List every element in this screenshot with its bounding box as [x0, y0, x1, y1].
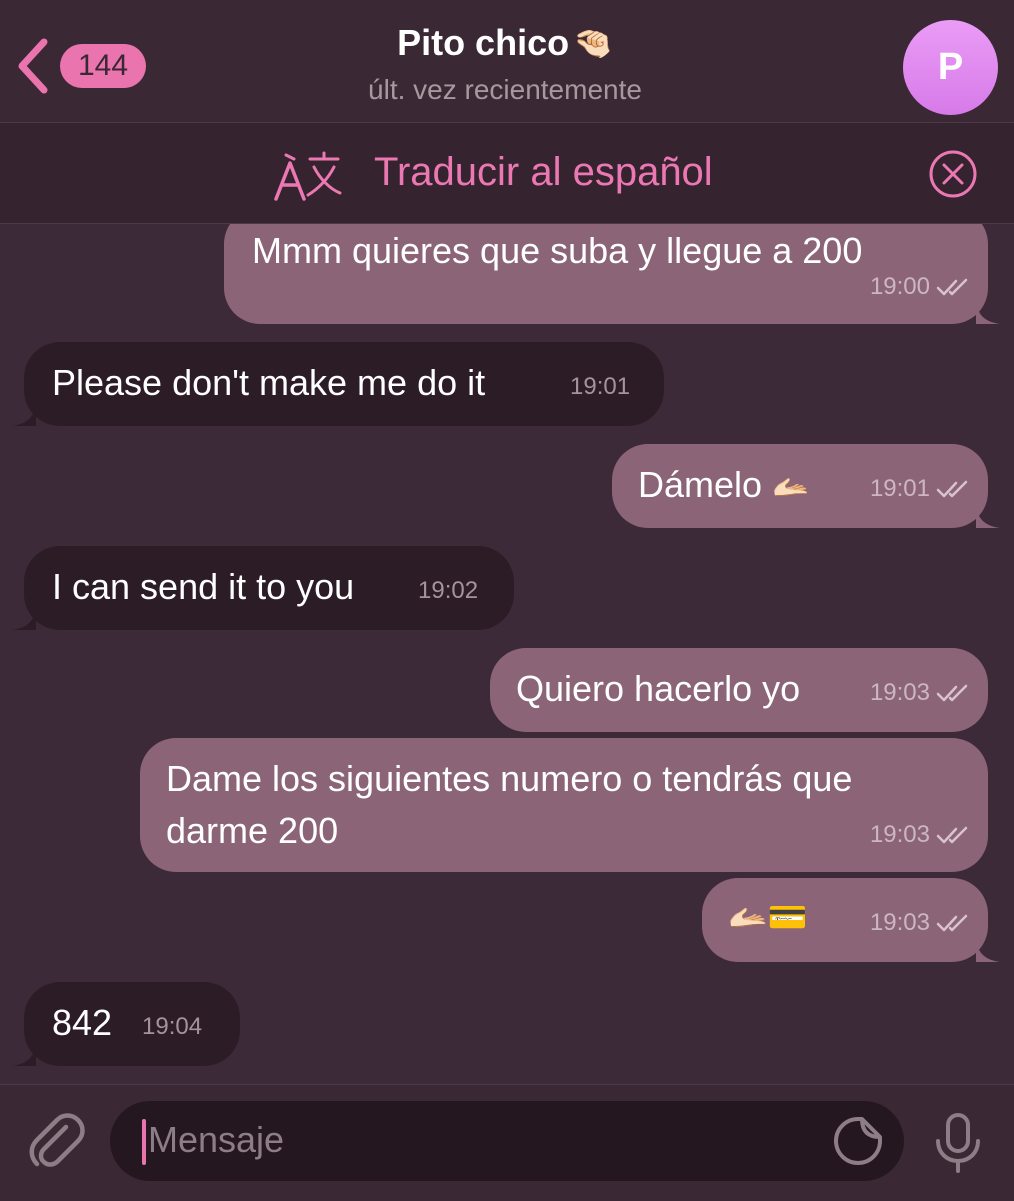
chat-title-text: Pito chico [397, 22, 570, 63]
avatar[interactable]: P [903, 20, 998, 115]
message-input-placeholder: Mensaje [148, 1119, 285, 1160]
text-caret [142, 1119, 146, 1165]
message-text-content: Dámelo [638, 464, 763, 505]
message-meta: 19:01 [870, 464, 970, 514]
message-list[interactable]: Mmm quieres que suba y llegue a 200 19:0… [0, 224, 1014, 1084]
microphone-icon[interactable] [930, 1111, 986, 1175]
message-bubble-outgoing[interactable]: Mmm quieres que suba y llegue a 200 19:0… [224, 224, 1000, 324]
bubble-tail [976, 940, 1000, 962]
message-time: 19:03 [869, 909, 930, 936]
message-bubble-outgoing[interactable]: 🫴🏻💳 19:03 [702, 878, 1000, 962]
message-text: Dámelo 🫴🏻 [638, 460, 809, 513]
message-time: 19:02 [418, 577, 479, 604]
close-icon[interactable] [928, 149, 978, 199]
message-time: 19:01 [570, 373, 631, 400]
message-time: 19:03 [869, 679, 930, 706]
sticker-icon[interactable] [832, 1115, 884, 1167]
translate-icon[interactable] [272, 149, 344, 203]
bubble-tail [976, 506, 1000, 528]
message-text-line-2: darme 200 [166, 810, 339, 851]
message-meta: 19:00 [870, 262, 970, 312]
unread-count-badge: 144 [60, 44, 146, 88]
message-bubble-outgoing[interactable]: Dame los siguientes numero o tendrás que… [140, 738, 988, 872]
bubble-tail [12, 608, 36, 630]
message-meta: 19:02 [418, 566, 478, 616]
double-check-icon [936, 480, 968, 498]
message-bubble-incoming[interactable]: I can send it to you 19:02 [12, 546, 514, 630]
message-text: I can send it to you [52, 566, 355, 607]
bubble-tail [12, 1044, 36, 1066]
paperclip-icon[interactable] [24, 1109, 86, 1171]
message-meta: 19:03 [870, 668, 970, 718]
chat-title: Pito chico 🤏🏻 [397, 22, 613, 64]
message-text: Please don't make me do it [52, 362, 486, 403]
palm-up-hand-emoji: 🫴🏻 [772, 471, 810, 504]
back-button[interactable]: 144 [14, 36, 154, 96]
message-bubble-incoming[interactable]: 842 19:04 [12, 982, 240, 1066]
message-meta: 19:04 [142, 1002, 202, 1052]
double-check-icon [936, 914, 968, 932]
message-meta: 19:01 [570, 362, 630, 412]
translate-button-label[interactable]: Traducir al español [374, 150, 713, 195]
message-text: Mmm quieres que suba y llegue a 200 [252, 230, 863, 271]
message-text-line-1: Dame los siguientes numero o tendrás que [166, 758, 853, 799]
message-input[interactable]: Mensaje [110, 1101, 904, 1181]
last-seen-status: últ. vez recientemente [368, 74, 642, 105]
message-bubble-outgoing[interactable]: Quiero hacerlo yo 19:03 [490, 648, 988, 732]
pinching-hand-emoji: 🤏🏻 [573, 25, 613, 61]
hand-and-card-emoji: 🫴🏻💳 [728, 899, 808, 935]
chat-title-area[interactable]: Pito chico 🤏🏻 últ. vez recientemente [250, 22, 760, 106]
message-time: 19:01 [869, 475, 930, 502]
message-time: 19:04 [142, 1013, 203, 1040]
chevron-left-icon [18, 38, 48, 94]
double-check-icon [936, 278, 968, 296]
bubble-tail [976, 302, 1000, 324]
message-meta: 19:03 [870, 810, 970, 860]
message-text: 842 [52, 1002, 113, 1043]
bubble-tail [12, 404, 36, 426]
translate-bar: Traducir al español [0, 123, 1014, 224]
message-meta: 19:03 [870, 898, 970, 948]
message-time: 19:00 [869, 273, 930, 300]
message-bubble-incoming[interactable]: Please don't make me do it 19:01 [12, 342, 664, 426]
message-time: 19:03 [869, 821, 930, 848]
composer-bar: Mensaje [0, 1084, 1014, 1201]
double-check-icon [936, 826, 968, 844]
message-text: Quiero hacerlo yo [516, 668, 801, 709]
double-check-icon [936, 684, 968, 702]
chat-header: 144 Pito chico 🤏🏻 últ. vez recientemente… [0, 0, 1014, 123]
message-bubble-outgoing[interactable]: Dámelo 🫴🏻 19:01 [612, 444, 1000, 528]
